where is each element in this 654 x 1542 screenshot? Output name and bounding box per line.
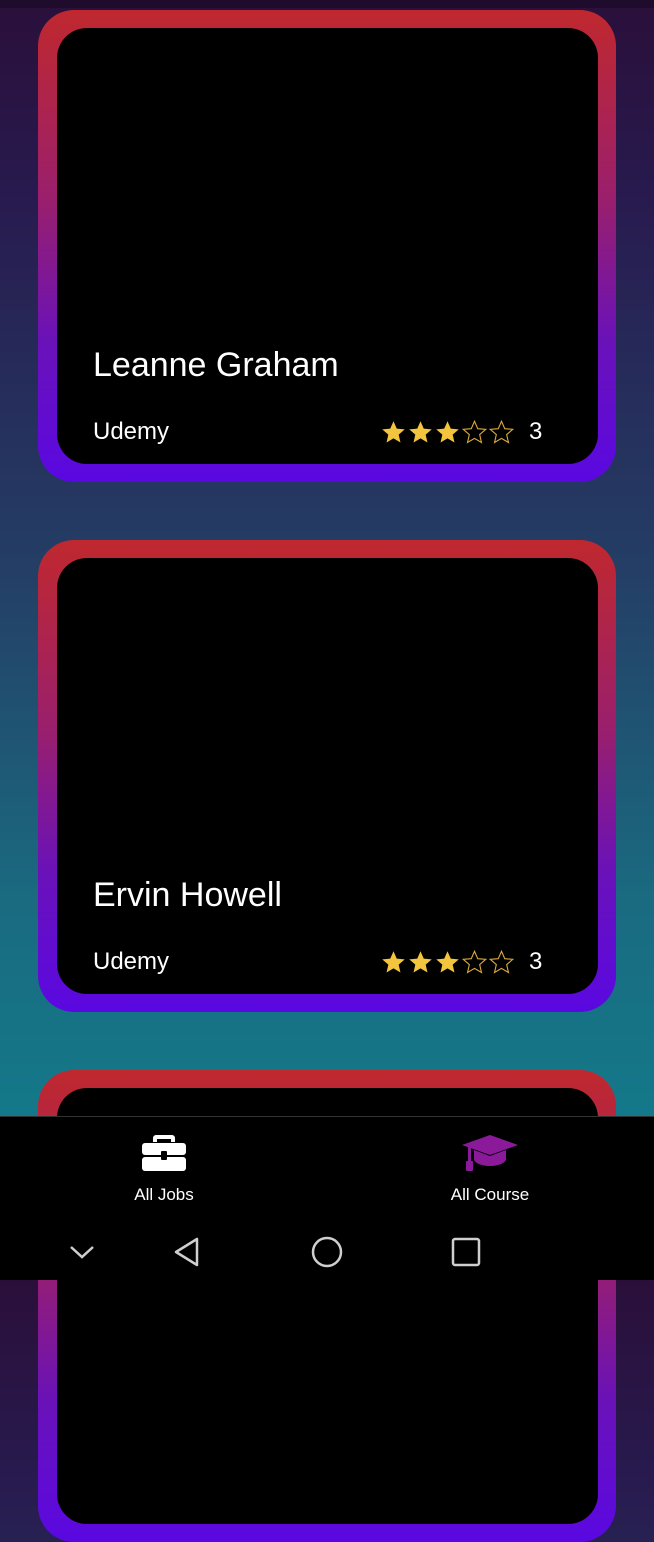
star-filled-icon <box>382 420 405 443</box>
star-empty-icon <box>461 419 488 444</box>
star-empty-icon <box>461 949 488 974</box>
home-icon[interactable] <box>307 1232 347 1272</box>
star-empty-icon <box>488 949 515 974</box>
recents-icon[interactable] <box>446 1232 486 1272</box>
chevron-down-icon[interactable] <box>62 1232 102 1272</box>
course-card[interactable]: Ervin Howell Udemy 3 <box>38 540 616 1012</box>
course-card-image: Leanne Graham Udemy 3 <box>57 28 598 464</box>
back-icon[interactable] <box>167 1232 207 1272</box>
course-title: Ervin Howell <box>93 876 282 914</box>
star-filled-icon <box>382 950 405 973</box>
nav-label: All Jobs <box>134 1185 194 1204</box>
bottom-navigation: All Jobs All Course <box>0 1116 654 1225</box>
nav-item-all-jobs[interactable]: All Jobs <box>64 1117 264 1225</box>
course-card-image: Ervin Howell Udemy 3 <box>57 558 598 994</box>
graduation-cap-icon <box>462 1135 518 1171</box>
system-navigation-bar <box>0 1224 654 1280</box>
status-bar <box>0 0 654 8</box>
star-empty-icon <box>488 419 515 444</box>
briefcase-icon <box>142 1135 186 1171</box>
nav-item-all-course[interactable]: All Course <box>390 1117 590 1225</box>
course-card[interactable]: Leanne Graham Udemy 3 <box>38 10 616 482</box>
course-provider: Udemy <box>93 948 170 975</box>
course-provider: Udemy <box>93 418 170 445</box>
star-filled-icon <box>436 950 459 973</box>
rating-bar: 3 <box>380 416 542 448</box>
rating-bar: 3 <box>380 946 542 978</box>
rating-value: 3 <box>529 948 543 975</box>
star-filled-icon <box>409 950 432 973</box>
star-filled-icon <box>436 420 459 443</box>
rating-value: 3 <box>529 418 543 445</box>
nav-label: All Course <box>450 1185 530 1204</box>
course-title: Leanne Graham <box>93 346 339 384</box>
star-filled-icon <box>409 420 432 443</box>
